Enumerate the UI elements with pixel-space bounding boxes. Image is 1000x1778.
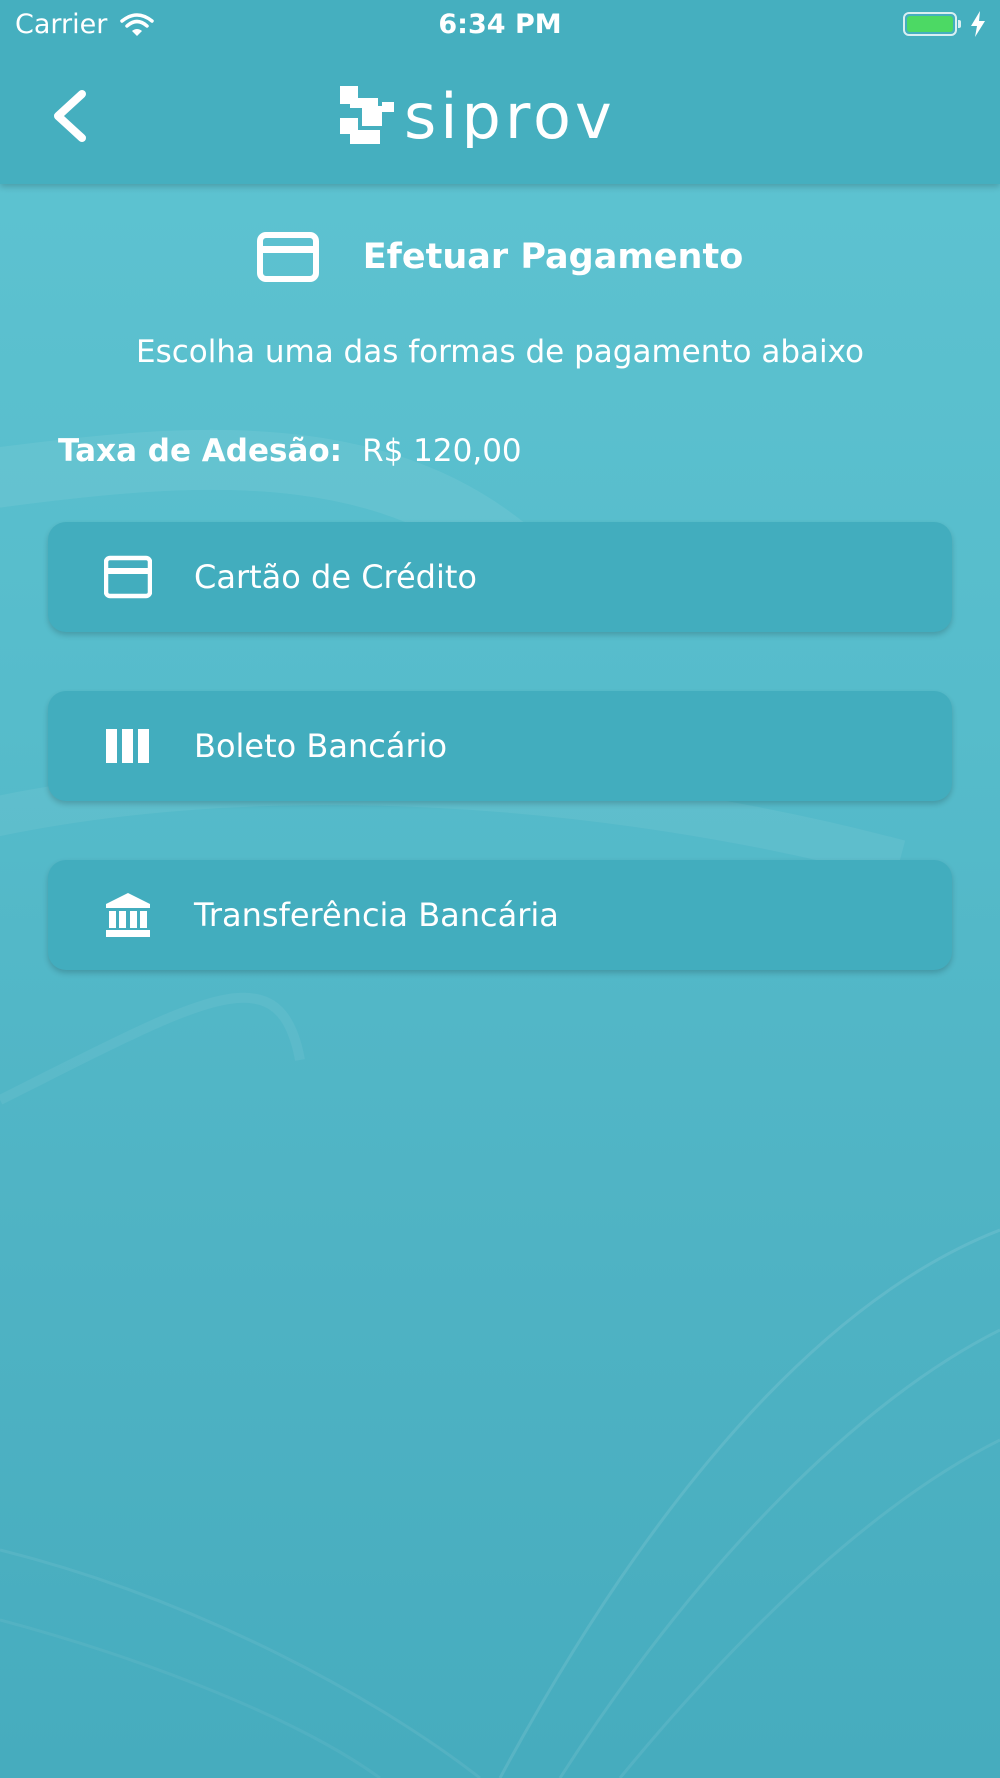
- navigation-bar: Carrier 6:34 PM siprov: [0, 0, 1000, 184]
- barcode-icon: [106, 729, 149, 763]
- page-header: Efetuar Pagamento: [0, 232, 1000, 282]
- back-button[interactable]: [46, 88, 96, 144]
- credit-card-icon: [104, 555, 152, 599]
- battery-icon: [903, 12, 961, 36]
- charging-bolt-icon: [971, 11, 985, 37]
- fee-label: Taxa de Adesão:: [58, 433, 343, 469]
- page-subtitle: Escolha uma das formas de pagamento abai…: [135, 334, 864, 370]
- bank-transfer-option-button[interactable]: Transferência Bancária: [48, 860, 952, 970]
- bank-slip-option-button[interactable]: Boleto Bancário: [48, 691, 952, 801]
- option-label: Boleto Bancário: [194, 727, 448, 765]
- credit-card-option-button[interactable]: Cartão de Crédito: [48, 522, 952, 632]
- siprov-logo: siprov: [340, 84, 616, 148]
- option-label: Cartão de Crédito: [194, 558, 477, 596]
- bank-icon: [106, 893, 150, 937]
- membership-fee: Taxa de Adesão: R$ 120,00: [58, 433, 522, 469]
- status-bar: Carrier 6:34 PM: [0, 0, 1000, 50]
- option-label: Transferência Bancária: [194, 896, 559, 934]
- fee-value: R$ 120,00: [362, 433, 522, 469]
- page-title: Efetuar Pagamento: [362, 237, 744, 277]
- credit-card-icon: [256, 232, 319, 282]
- clock: 6:34 PM: [438, 9, 562, 40]
- logo-text: siprov: [404, 84, 616, 148]
